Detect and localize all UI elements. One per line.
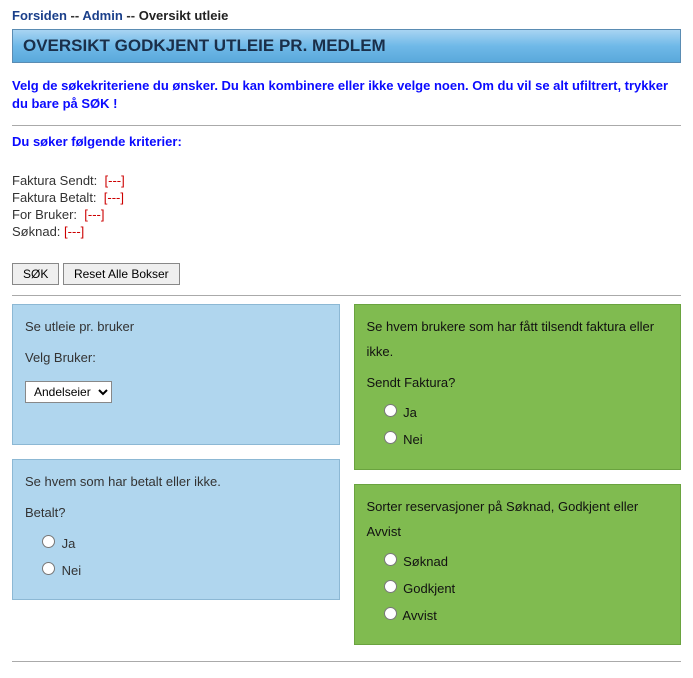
search-button[interactable]: SØK [12,263,59,285]
panel-paid-label: Betalt? [25,501,327,526]
breadcrumb-admin-link[interactable]: Admin [82,8,122,23]
user-select[interactable]: Andelseier [25,381,112,403]
breadcrumb-sep: -- [71,8,80,23]
divider [12,661,681,662]
criteria-value: [---] [104,190,124,205]
breadcrumb-sep: -- [126,8,135,23]
criteria-list: Faktura Sendt: [---] Faktura Betalt: [--… [12,173,681,239]
panel-sent-heading: Se hvem brukere som har fått tilsendt fa… [367,315,669,364]
paid-no-label: Nei [62,563,82,578]
breadcrumb: Forsiden -- Admin -- Oversikt utleie [12,8,681,23]
paid-yes-radio[interactable] [42,535,55,548]
panel-paid: Se hvem som har betalt eller ikke. Betal… [12,459,340,600]
criteria-label: Faktura Sendt: [12,173,97,188]
button-row: SØK Reset Alle Bokser [12,263,681,285]
criteria-value: [---] [84,207,104,222]
breadcrumb-home-link[interactable]: Forsiden [12,8,67,23]
criteria-value: [---] [105,173,125,188]
sent-no-radio[interactable] [384,431,397,444]
panel-sent: Se hvem brukere som har fått tilsendt fa… [354,304,682,469]
sort-godkjent-label: Godkjent [403,581,455,596]
criteria-value: [---] [64,224,84,239]
page-title: OVERSIKT GODKJENT UTLEIE PR. MEDLEM [12,29,681,63]
sent-yes-label: Ja [403,405,417,420]
instructions-text: Velg de søkekriteriene du ønsker. Du kan… [12,77,681,113]
criteria-line: Faktura Sendt: [---] [12,173,681,188]
sort-godkjent-radio[interactable] [384,580,397,593]
panel-sort: Sorter reservasjoner på Søknad, Godkjent… [354,484,682,645]
criteria-heading: Du søker følgende kriterier: [12,134,681,149]
panels-grid: Se utleie pr. bruker Velg Bruker: Andels… [12,304,681,645]
sort-soknad-label: Søknad [403,554,448,569]
divider [12,295,681,296]
panel-sent-label: Sendt Faktura? [367,371,669,396]
criteria-line: For Bruker: [---] [12,207,681,222]
sort-soknad-radio[interactable] [384,553,397,566]
sent-yes-radio[interactable] [384,404,397,417]
criteria-line: Faktura Betalt: [---] [12,190,681,205]
criteria-line: Søknad: [---] [12,224,681,239]
paid-yes-label: Ja [62,536,76,551]
panel-paid-heading: Se hvem som har betalt eller ikke. [25,470,327,495]
panel-user: Se utleie pr. bruker Velg Bruker: Andels… [12,304,340,445]
sent-no-label: Nei [403,432,423,447]
panel-sort-heading: Sorter reservasjoner på Søknad, Godkjent… [367,495,669,544]
panel-user-heading: Se utleie pr. bruker [25,315,327,340]
breadcrumb-current: Oversikt utleie [139,8,229,23]
panel-user-label: Velg Bruker: [25,346,327,371]
sort-avvist-radio[interactable] [384,607,397,620]
criteria-label: Faktura Betalt: [12,190,97,205]
divider [12,125,681,126]
sort-avvist-label: Avvist [402,608,436,623]
criteria-label: Søknad: [12,224,60,239]
paid-no-radio[interactable] [42,562,55,575]
reset-button[interactable]: Reset Alle Bokser [63,263,180,285]
criteria-label: For Bruker: [12,207,77,222]
